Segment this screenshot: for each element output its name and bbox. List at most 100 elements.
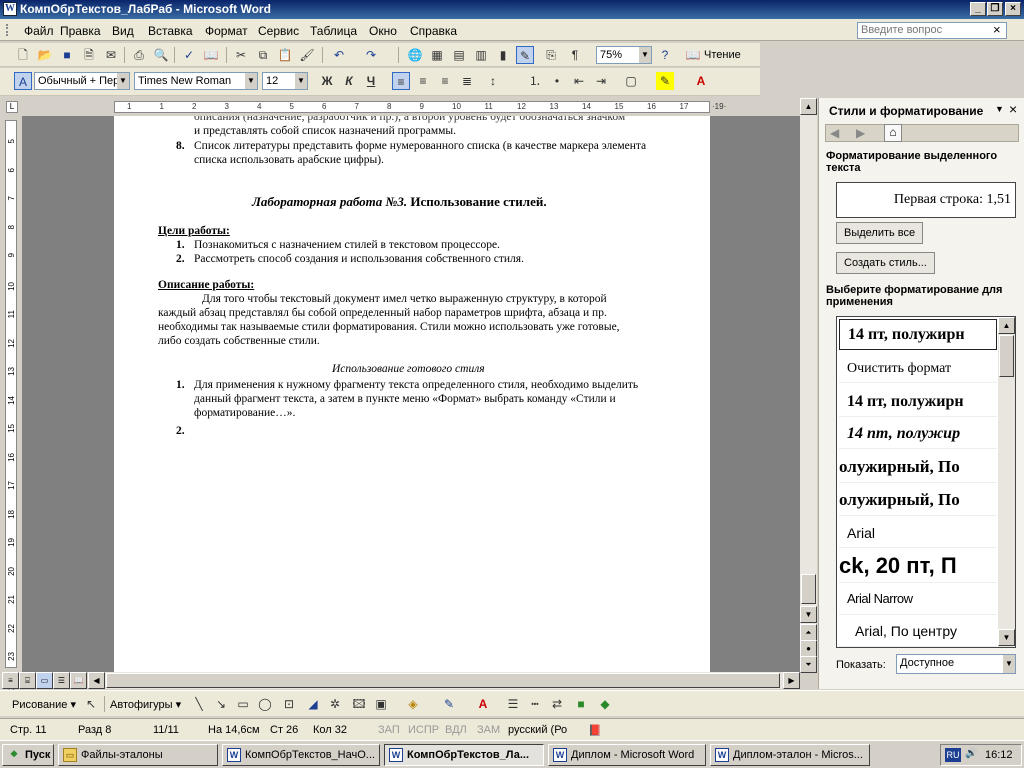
doc-line[interactable]: списка использовать арабские цифры). <box>194 153 384 167</box>
reading-label[interactable]: Чтение <box>704 49 741 61</box>
line-style-icon[interactable]: ☰ <box>504 695 522 713</box>
open-icon[interactable]: 📂 <box>36 46 54 64</box>
ask-question-input[interactable]: Введите вопрос <box>857 22 1007 39</box>
document-area[interactable]: описания (назначение, разработчик и пр.)… <box>22 116 800 672</box>
taskbar-button[interactable]: ▭ Файлы-эталоны <box>58 744 218 766</box>
italic-icon[interactable]: К <box>340 72 358 90</box>
clock[interactable]: 16:12 <box>985 749 1013 761</box>
word-app-icon[interactable]: W <box>3 2 17 16</box>
pane-close-icon[interactable]: × <box>1009 101 1017 117</box>
menu-tools[interactable]: Сервис <box>258 24 299 38</box>
clear-format-item[interactable]: Очистить формат <box>839 355 997 383</box>
show-select[interactable]: Доступное ▼ <box>896 654 1016 674</box>
close-button[interactable]: × <box>1005 2 1021 16</box>
style-item[interactable]: 14 пт, полужир <box>839 419 997 449</box>
forward-icon[interactable]: ▶ <box>856 126 872 140</box>
vertical-scrollbar[interactable]: ▲ ▼ ⏶ ● ⏷ <box>800 98 817 673</box>
taskbar-button[interactable]: W КомпОбрТекстов_НачО... <box>222 744 380 766</box>
print-preview-icon[interactable]: 🔍 <box>152 46 170 64</box>
decrease-indent-icon[interactable]: ⇤ <box>570 72 588 90</box>
copy-icon[interactable]: ⧉ <box>254 46 272 64</box>
menu-table[interactable]: Таблица <box>310 24 357 38</box>
style-item[interactable]: Arial Narrow <box>839 585 997 615</box>
increase-indent-icon[interactable]: ⇥ <box>592 72 610 90</box>
format-painter-icon[interactable]: 🖌 <box>298 46 316 64</box>
styles-pane-icon[interactable]: A <box>14 72 32 90</box>
lab-title[interactable]: Лабораторная работа №3. Использование ст… <box>252 195 547 209</box>
autoshapes-menu[interactable]: Автофигуры ▾ <box>110 698 181 711</box>
doc-line[interactable]: необходимы так называемые стили форматир… <box>158 320 620 334</box>
new-style-button[interactable]: Создать стиль... <box>836 252 935 274</box>
style-item[interactable]: Arial <box>839 518 997 548</box>
bold-icon[interactable]: Ж <box>318 72 336 90</box>
menu-help[interactable]: Справка <box>410 24 457 38</box>
wordart-icon[interactable]: ◢ <box>304 695 322 713</box>
scroll-left-button[interactable]: ◀ <box>88 672 105 689</box>
restore-button[interactable]: ❐ <box>987 2 1003 16</box>
tab-selector[interactable]: L <box>6 101 18 113</box>
insert-table-icon[interactable]: ▤ <box>450 46 468 64</box>
normal-view-icon[interactable]: ≡ <box>2 672 19 689</box>
help-icon[interactable]: ? <box>656 46 674 64</box>
show-hide-icon[interactable]: ¶ <box>566 46 584 64</box>
subheading[interactable]: Использование готового стиля <box>332 362 485 376</box>
spelling-icon[interactable]: ✓ <box>180 46 198 64</box>
home-icon[interactable]: ⌂ <box>884 124 902 142</box>
justify-icon[interactable]: ≣ <box>458 72 476 90</box>
line-spacing-icon[interactable]: ↕ <box>484 72 502 90</box>
browse-object-button[interactable]: ● <box>800 640 817 657</box>
highlight-icon[interactable]: ✎ <box>656 72 674 90</box>
draw-font-color-icon[interactable]: A <box>474 695 492 713</box>
scroll-thumb[interactable] <box>801 574 816 604</box>
web-view-icon[interactable]: ⌸ <box>19 672 36 689</box>
insert-excel-icon[interactable]: ▥ <box>472 46 490 64</box>
menu-file[interactable]: Файл <box>24 24 54 38</box>
style-item[interactable]: 14 пт, полужирн <box>839 387 997 417</box>
email-icon[interactable]: ✉ <box>102 46 120 64</box>
doc-line[interactable]: и представлять собой список назначений п… <box>194 124 456 138</box>
borders-icon[interactable]: ▢ <box>622 72 640 90</box>
research-icon[interactable]: 📖 <box>202 46 220 64</box>
hyperlink-icon[interactable]: 🌐 <box>406 46 424 64</box>
doc-line[interactable]: либо создать собственные стили. <box>158 334 320 348</box>
menu-window[interactable]: Окно <box>369 24 397 38</box>
new-doc-icon[interactable]: 🗋 <box>14 46 32 64</box>
align-left-icon[interactable]: ≡ <box>392 72 410 90</box>
style-item[interactable]: 14 пт, полужирн <box>839 319 997 350</box>
description-heading[interactable]: Описание работы: <box>158 278 254 292</box>
arrow-icon[interactable]: ↘ <box>212 695 230 713</box>
rectangle-icon[interactable]: ▭ <box>234 695 252 713</box>
scroll-right-button[interactable]: ▶ <box>783 672 800 689</box>
select-all-button[interactable]: Выделить все <box>836 222 924 244</box>
diagram-icon[interactable]: ✲ <box>326 695 344 713</box>
font-size-select[interactable]: 12 ▼ <box>262 72 308 90</box>
horizontal-ruler[interactable]: L 1 1 2 3 4 5 6 7 8 9 10 11 12 13 14 15 16 17·19· <box>0 98 800 116</box>
status-track[interactable]: ИСПР <box>408 724 439 736</box>
dash-style-icon[interactable]: ┅ <box>526 695 544 713</box>
shadow-icon[interactable]: ■ <box>572 695 590 713</box>
doc-line[interactable]: каждый абзац представлял бы собой опреде… <box>158 306 607 320</box>
status-overtype[interactable]: ЗАМ <box>477 724 500 736</box>
scroll-down-button[interactable]: ▼ <box>800 606 817 623</box>
doc-line[interactable]: Список литературы представить форме нуме… <box>194 139 646 153</box>
menu-edit[interactable]: Правка <box>60 24 101 38</box>
save-icon[interactable]: ■ <box>58 46 76 64</box>
redo-icon[interactable]: ↷ <box>362 46 380 64</box>
style-scroll-down[interactable]: ▼ <box>998 629 1015 646</box>
print-layout-icon[interactable]: ▭ <box>36 672 53 689</box>
reading-view-icon[interactable]: 📖 <box>70 672 87 689</box>
horizontal-scrollbar[interactable]: ◀ ▶ <box>88 672 800 689</box>
style-list-scrollbar[interactable]: ▲ ▼ <box>998 317 1015 647</box>
volume-icon[interactable]: 🔊 <box>965 748 977 759</box>
goal-item[interactable]: Рассмотреть способ создания и использова… <box>194 252 524 266</box>
align-center-icon[interactable]: ≡ <box>414 72 432 90</box>
zoom-select[interactable]: 75% ▼ <box>596 46 652 64</box>
taskbar-button[interactable]: W Диплом-эталон - Micros... <box>710 744 870 766</box>
menu-insert[interactable]: Вставка <box>148 24 193 38</box>
style-item[interactable]: Arial, По центру <box>839 617 997 647</box>
prev-page-button[interactable]: ⏶ <box>800 624 817 641</box>
status-language[interactable]: русский (Ро <box>508 724 567 736</box>
scroll-up-button[interactable]: ▲ <box>800 98 817 115</box>
arrow-style-icon[interactable]: ⇄ <box>548 695 566 713</box>
doc-line[interactable]: описания (назначение, разработчик и пр.)… <box>194 116 625 124</box>
